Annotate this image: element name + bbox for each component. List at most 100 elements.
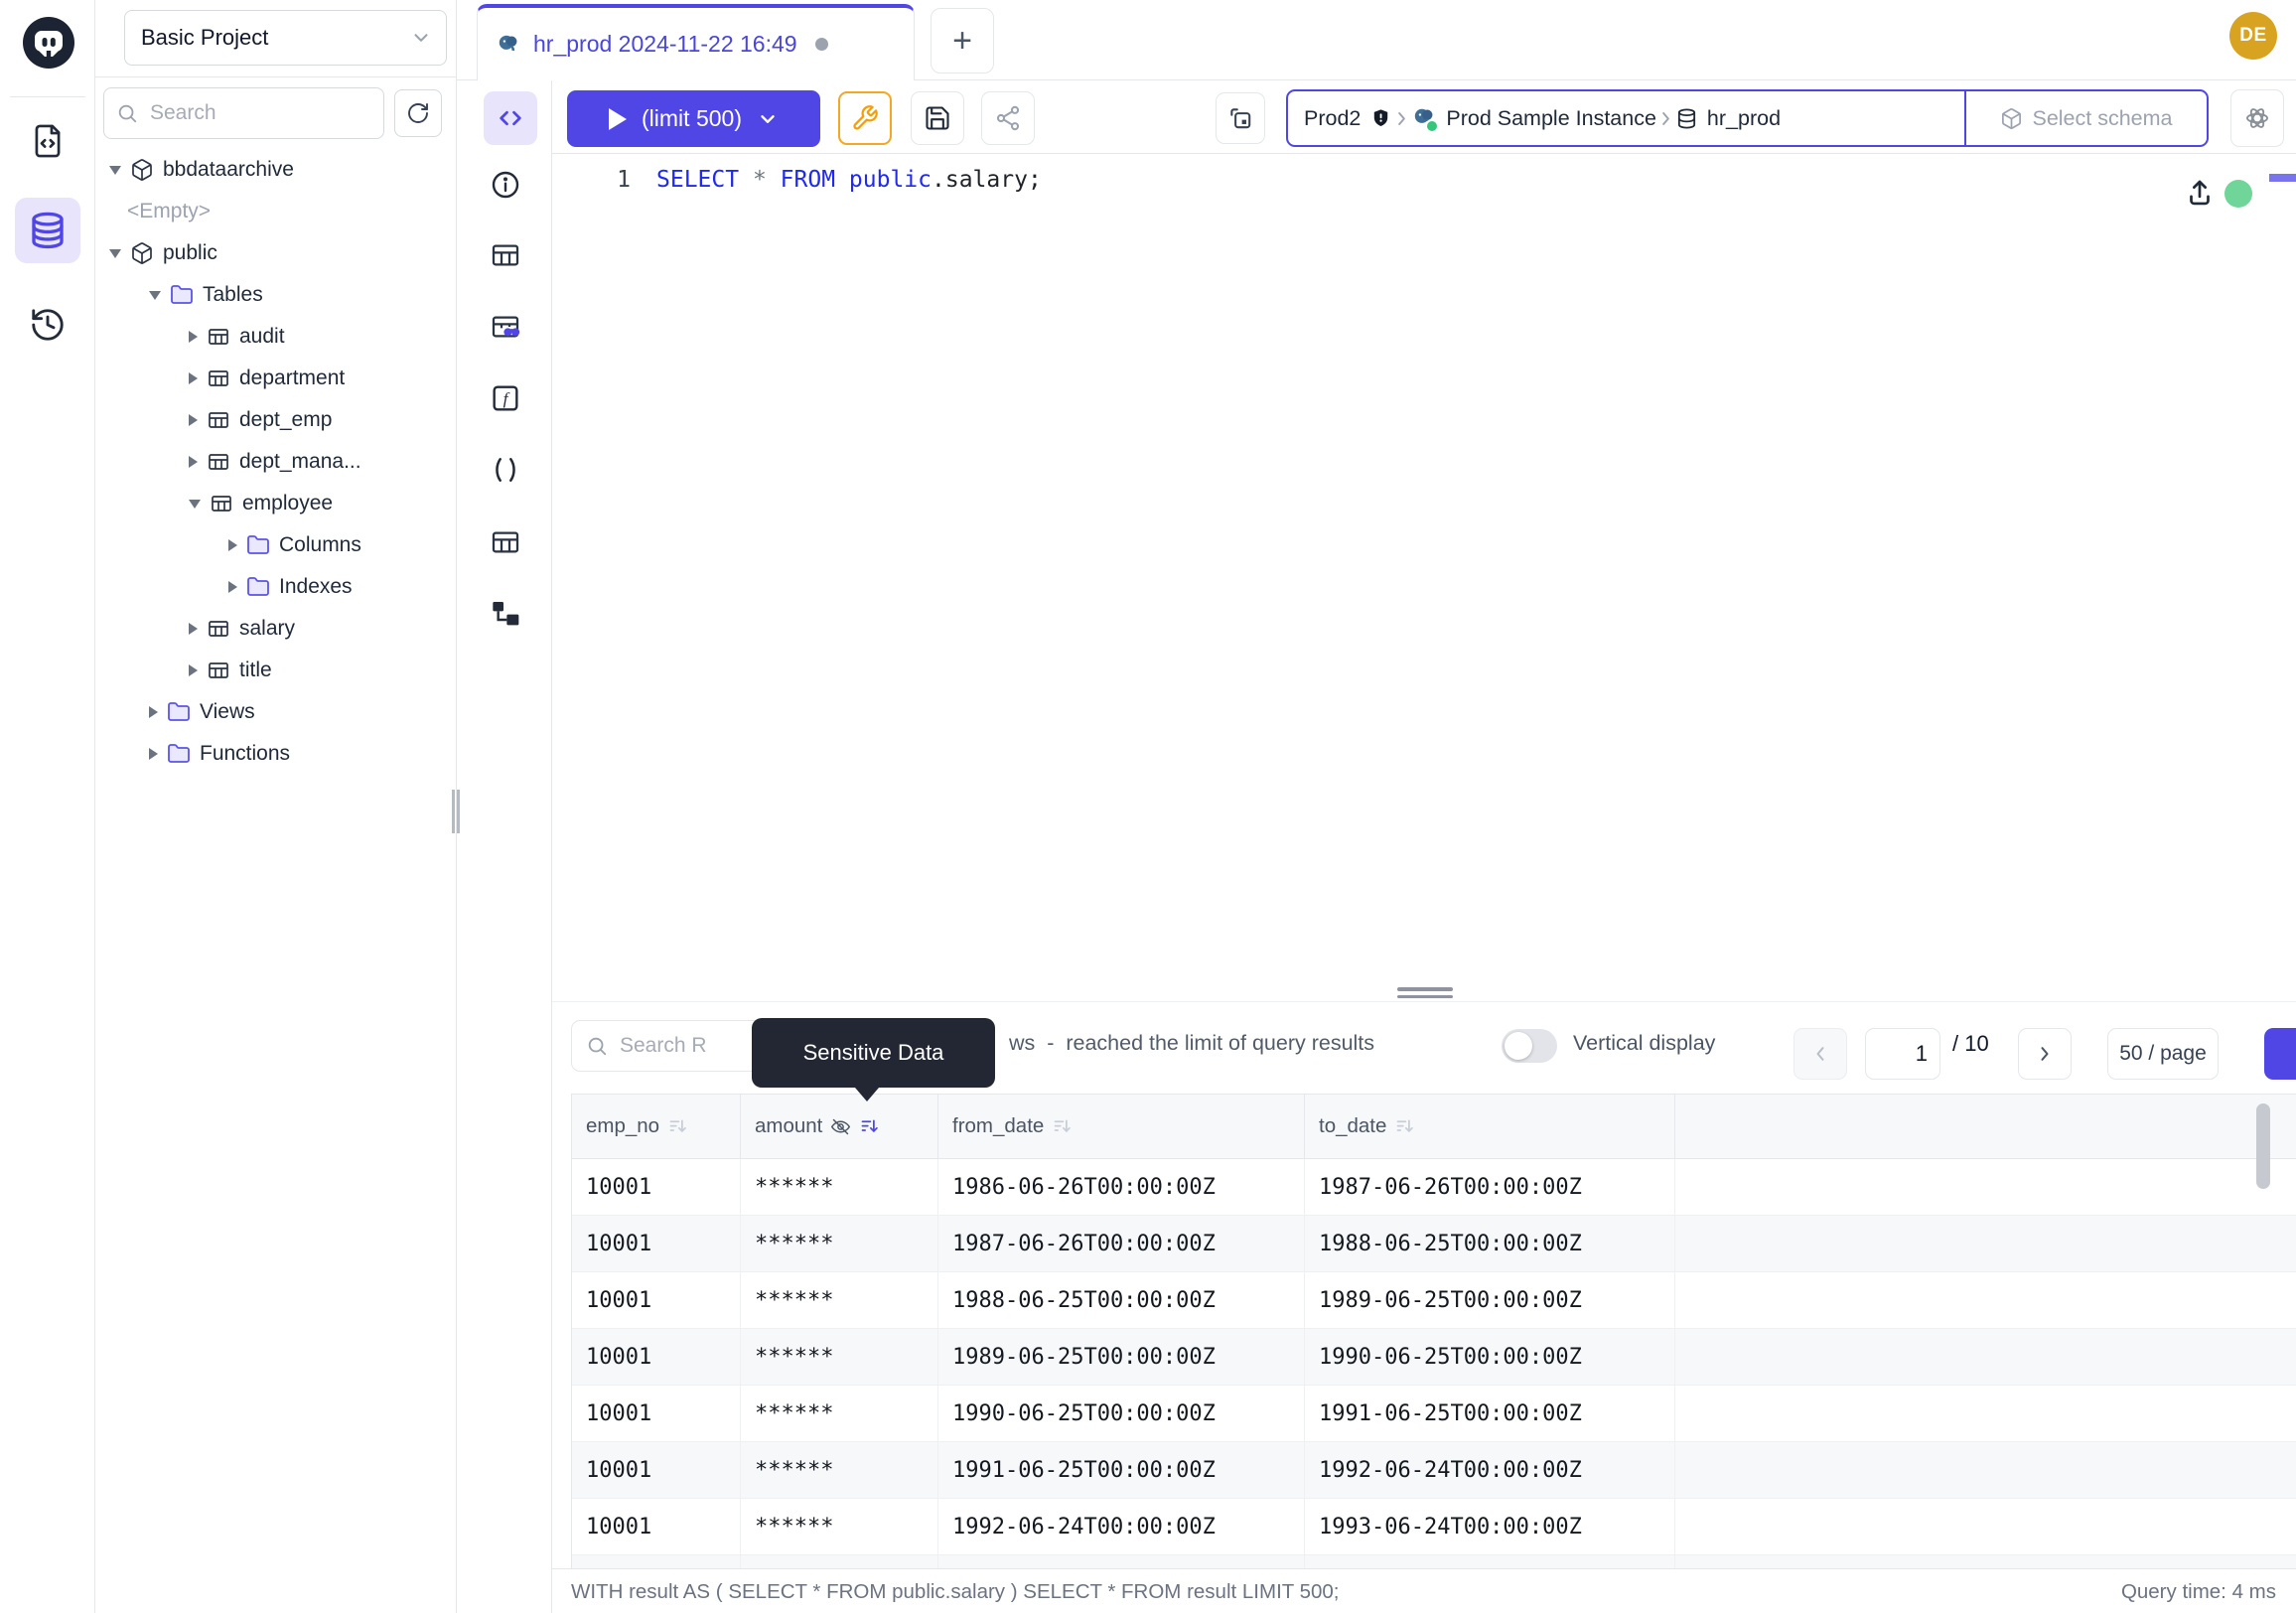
sidebar-search-input[interactable] <box>148 100 371 126</box>
environment-segment[interactable]: Prod2 <box>1304 106 1392 131</box>
tree-item-employee[interactable]: employee <box>95 483 456 524</box>
results-scrollbar-thumb[interactable] <box>2256 1103 2270 1189</box>
tree-item-dept-emp[interactable]: dept_emp <box>95 399 456 441</box>
instance-segment[interactable]: Prod Sample Instance <box>1411 105 1656 131</box>
tree-expand-arrow-icon[interactable] <box>189 331 198 343</box>
tree-item-bbdataarchive[interactable]: bbdataarchive <box>95 149 456 191</box>
tree-item-label: salary <box>239 617 295 641</box>
tree-expand-arrow-icon[interactable] <box>228 539 237 551</box>
tree-item-tables[interactable]: Tables <box>95 274 456 316</box>
panel-resize-handle[interactable] <box>1397 987 1453 1002</box>
tree-expand-arrow-icon[interactable] <box>189 414 198 426</box>
toggle-knob <box>1505 1032 1532 1060</box>
tab-active-worksheet[interactable]: hr_prod 2024-11-22 16:49 <box>477 4 915 80</box>
tree-item-dept-mana[interactable]: dept_mana... <box>95 441 456 483</box>
user-avatar[interactable]: DE <box>2229 12 2277 60</box>
previous-page-button[interactable] <box>1794 1028 1847 1080</box>
table-row: 10001******1990-06-25T00:00:00Z1991-06-2… <box>572 1386 2296 1442</box>
tree-item-label: employee <box>242 492 333 515</box>
table-cell: 10001 <box>572 1159 741 1215</box>
table-cell: 1988-06-25T00:00:00Z <box>938 1272 1305 1328</box>
run-query-button[interactable]: (limit 500) <box>567 90 820 147</box>
tree-item-functions[interactable]: Functions <box>95 733 456 775</box>
tree-item-public[interactable]: public <box>95 232 456 274</box>
tree-expand-arrow-icon[interactable] <box>189 500 201 509</box>
connection-breadcrumb[interactable]: Prod2 Prod Sample <box>1286 89 2209 147</box>
column-header-amount[interactable]: amount <box>741 1095 938 1158</box>
editor-tool-schema-diagram-icon[interactable] <box>488 596 523 632</box>
query-options-button[interactable] <box>838 91 892 145</box>
sort-icon[interactable] <box>1052 1116 1073 1137</box>
tree-item-department[interactable]: department <box>95 358 456 399</box>
tree-item-empty[interactable]: <Empty> <box>95 191 456 232</box>
tree-item-salary[interactable]: salary <box>95 608 456 650</box>
sql-token-keyword: public <box>849 167 932 193</box>
sidebar-search[interactable] <box>103 87 384 139</box>
sort-icon[interactable] <box>859 1116 880 1137</box>
page-size-select[interactable]: 50 / page <box>2107 1028 2219 1080</box>
current-page-input[interactable]: 1 <box>1865 1028 1940 1080</box>
ai-assistant-button[interactable] <box>2230 89 2284 147</box>
tree-expand-arrow-icon[interactable] <box>189 623 198 635</box>
share-button[interactable] <box>981 91 1035 145</box>
column-header-emp_no[interactable]: emp_no <box>572 1095 741 1158</box>
editor-tool-info-icon[interactable] <box>488 167 523 203</box>
column-header-to_date[interactable]: to_date <box>1305 1095 1675 1158</box>
tree-expand-arrow-icon[interactable] <box>189 372 198 384</box>
project-selector[interactable]: Basic Project <box>124 10 447 66</box>
app-logo[interactable] <box>21 15 76 71</box>
export-sheet-button[interactable] <box>2183 177 2217 211</box>
export-data-button[interactable] <box>2264 1028 2296 1080</box>
postgres-elephant-icon <box>1411 105 1437 131</box>
table-cell-empty <box>1675 1159 2296 1215</box>
next-page-button[interactable] <box>2018 1028 2072 1080</box>
table-cell: 1992-06-24T00:00:00Z <box>938 1499 1305 1554</box>
sort-icon[interactable] <box>1394 1116 1415 1137</box>
sidebar-item-worksheets[interactable] <box>26 119 70 163</box>
tree-item-audit[interactable]: audit <box>95 316 456 358</box>
search-icon <box>116 102 138 124</box>
tree-item-label: dept_mana... <box>239 450 361 474</box>
tree-expand-arrow-icon[interactable] <box>189 664 198 676</box>
sidebar-item-history[interactable] <box>26 303 70 347</box>
editor-tool-table-info-icon[interactable] <box>488 237 523 273</box>
sql-code-line[interactable]: SELECT * FROM public.salary; <box>656 167 1042 193</box>
table-icon <box>207 659 230 682</box>
select-schema-dropdown[interactable]: Select schema <box>1964 91 2207 145</box>
sidebar-item-databases[interactable] <box>15 198 80 263</box>
refresh-button[interactable] <box>394 89 442 137</box>
tree-item-indexes[interactable]: Indexes <box>95 566 456 608</box>
batch-query-button[interactable] <box>1216 92 1265 144</box>
tree-expand-arrow-icon[interactable] <box>149 706 158 718</box>
tree-item-label: audit <box>239 325 285 349</box>
table-cell: 1991-06-25T00:00:00Z <box>938 1442 1305 1498</box>
plus-icon: + <box>952 22 972 61</box>
tree-expand-arrow-icon[interactable] <box>109 249 121 258</box>
vertical-display-toggle[interactable] <box>1502 1029 1557 1063</box>
tree-item-label: Views <box>200 700 255 724</box>
tree-expand-arrow-icon[interactable] <box>149 291 161 300</box>
new-tab-button[interactable]: + <box>931 8 994 73</box>
editor-tool-sensitive-columns-icon[interactable] <box>488 309 523 345</box>
tree-expand-arrow-icon[interactable] <box>228 581 237 593</box>
editor-tool-tables-icon[interactable] <box>488 524 523 560</box>
tree-expand-arrow-icon[interactable] <box>109 166 121 175</box>
column-header-label: emp_no <box>586 1114 659 1138</box>
tree-item-views[interactable]: Views <box>95 691 456 733</box>
editor-tool-functions-icon[interactable]: f <box>488 380 523 416</box>
table-icon <box>207 450 230 474</box>
editor-tool-parentheses-icon[interactable] <box>488 452 523 488</box>
database-segment[interactable]: hr_prod <box>1675 106 1781 131</box>
column-header-from_date[interactable]: from_date <box>938 1095 1305 1158</box>
instance-name: Prod Sample Instance <box>1446 106 1656 131</box>
tree-item-columns[interactable]: Columns <box>95 524 456 566</box>
avatar-initials: DE <box>2239 25 2266 47</box>
editor-panel-toggle[interactable] <box>484 91 537 145</box>
tree-item-title[interactable]: title <box>95 650 456 691</box>
tree-expand-arrow-icon[interactable] <box>149 748 158 760</box>
tree-expand-arrow-icon[interactable] <box>189 456 198 468</box>
query-time-text: Query time: 4 ms <box>2121 1580 2276 1604</box>
tree-item-label: <Empty> <box>127 200 211 223</box>
save-button[interactable] <box>911 91 964 145</box>
sort-icon[interactable] <box>667 1116 688 1137</box>
